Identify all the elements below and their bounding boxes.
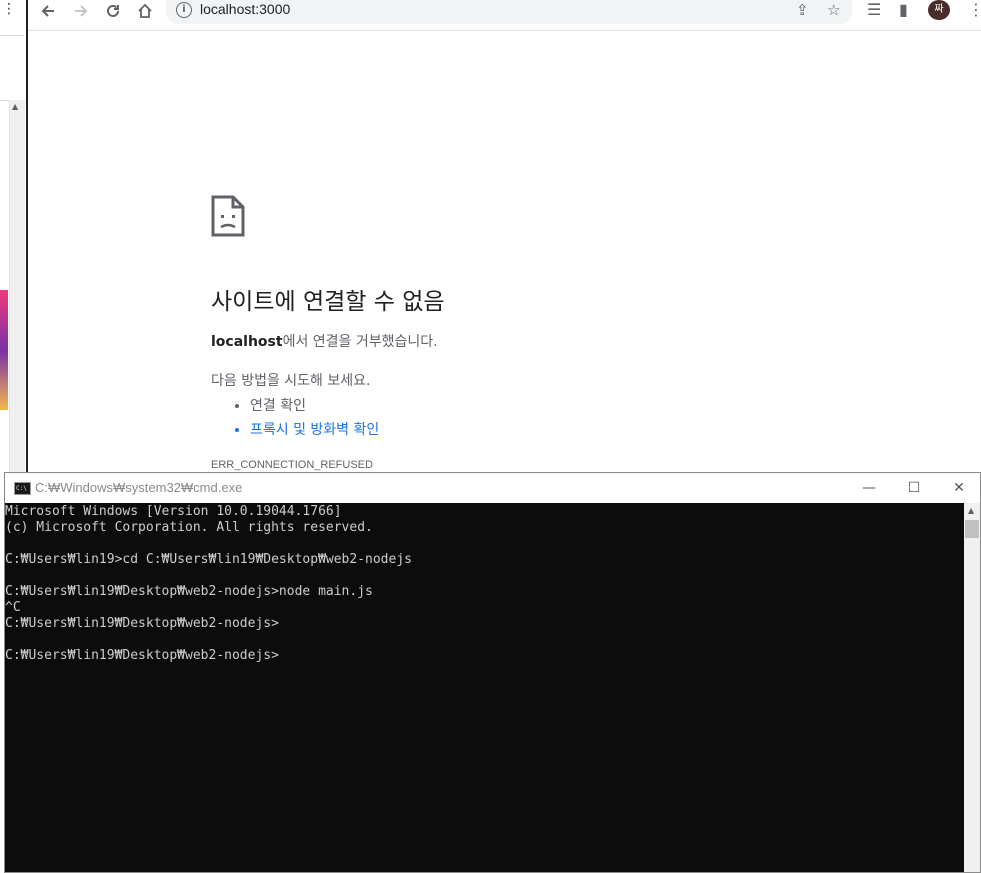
sad-page-icon xyxy=(211,195,245,241)
scroll-up-icon[interactable]: ▲ xyxy=(12,102,18,111)
avatar[interactable]: 짜 xyxy=(928,0,950,20)
console-line: C:₩Users₩lin19₩Desktop₩web2-nodejs> xyxy=(5,616,279,631)
reading-list-icon[interactable]: ☰ xyxy=(867,0,881,19)
url-text[interactable]: localhost:3000 xyxy=(200,1,290,17)
side-panel-icon[interactable]: ▮ xyxy=(899,0,908,19)
address-bar[interactable]: i localhost:3000 ⇪ ☆ xyxy=(166,0,852,24)
back-icon[interactable] xyxy=(36,0,60,22)
suggestion-check-connection: 연결 확인 xyxy=(250,394,379,418)
cmd-title-bar[interactable]: C:\ C:₩Windows₩system32₩cmd.exe — ☐ ✕ xyxy=(5,473,980,503)
error-title: 사이트에 연결할 수 없음 xyxy=(211,289,445,315)
forward-icon[interactable] xyxy=(69,0,93,22)
close-button[interactable]: ✕ xyxy=(936,473,981,503)
error-host: localhost xyxy=(211,334,283,350)
scroll-up-icon[interactable]: ▲ xyxy=(968,506,974,515)
console-line: C:₩Users₩lin19₩Desktop₩web2-nodejs> xyxy=(5,648,279,663)
browser-toolbar: i localhost:3000 ⇪ ☆ ☰ ▮ 짜 ⋮ xyxy=(28,0,981,31)
error-message: localhost에서 연결을 거부했습니다. xyxy=(211,331,438,351)
scrollbar[interactable]: ▲ xyxy=(9,100,25,480)
background-image-sliver xyxy=(0,290,8,410)
try-label: 다음 방법을 시도해 보세요. xyxy=(211,373,371,389)
maximize-button[interactable]: ☐ xyxy=(891,473,937,503)
error-message-text: 에서 연결을 거부했습니다. xyxy=(282,334,438,350)
cmd-title: C:₩Windows₩system32₩cmd.exe xyxy=(35,480,243,495)
divider xyxy=(0,35,24,36)
reload-icon[interactable] xyxy=(101,0,125,22)
console-line: ^C xyxy=(5,600,21,615)
cmd-app-icon: C:\ xyxy=(14,482,31,495)
console-line: C:₩Users₩lin19>cd C:₩Users₩lin19₩Desktop… xyxy=(5,552,412,567)
home-icon[interactable] xyxy=(133,0,157,22)
cmd-window: C:\ C:₩Windows₩system32₩cmd.exe — ☐ ✕ Mi… xyxy=(4,472,981,873)
star-icon[interactable]: ☆ xyxy=(827,1,840,19)
suggestion-list: 연결 확인 프록시 및 방화벽 확인 xyxy=(232,394,379,442)
info-icon[interactable]: i xyxy=(176,2,192,18)
suggestion-proxy-firewall-link[interactable]: 프록시 및 방화벽 확인 xyxy=(250,418,379,442)
console-line: C:₩Users₩lin19₩Desktop₩web2-nodejs>node … xyxy=(5,584,373,599)
cmd-scrollbar[interactable]: ▲ xyxy=(964,503,980,872)
console-line: (c) Microsoft Corporation. All rights re… xyxy=(5,520,373,535)
console-output[interactable]: Microsoft Windows [Version 10.0.19044.17… xyxy=(5,503,965,873)
more-icon[interactable]: ⋮ xyxy=(2,0,16,18)
menu-icon[interactable]: ⋮ xyxy=(968,0,981,19)
scroll-thumb[interactable] xyxy=(965,520,979,538)
console-line: Microsoft Windows [Version 10.0.19044.17… xyxy=(5,504,342,519)
error-code: ERR_CONNECTION_REFUSED xyxy=(211,459,373,471)
minimize-button[interactable]: — xyxy=(846,473,892,503)
share-icon[interactable]: ⇪ xyxy=(796,1,809,19)
